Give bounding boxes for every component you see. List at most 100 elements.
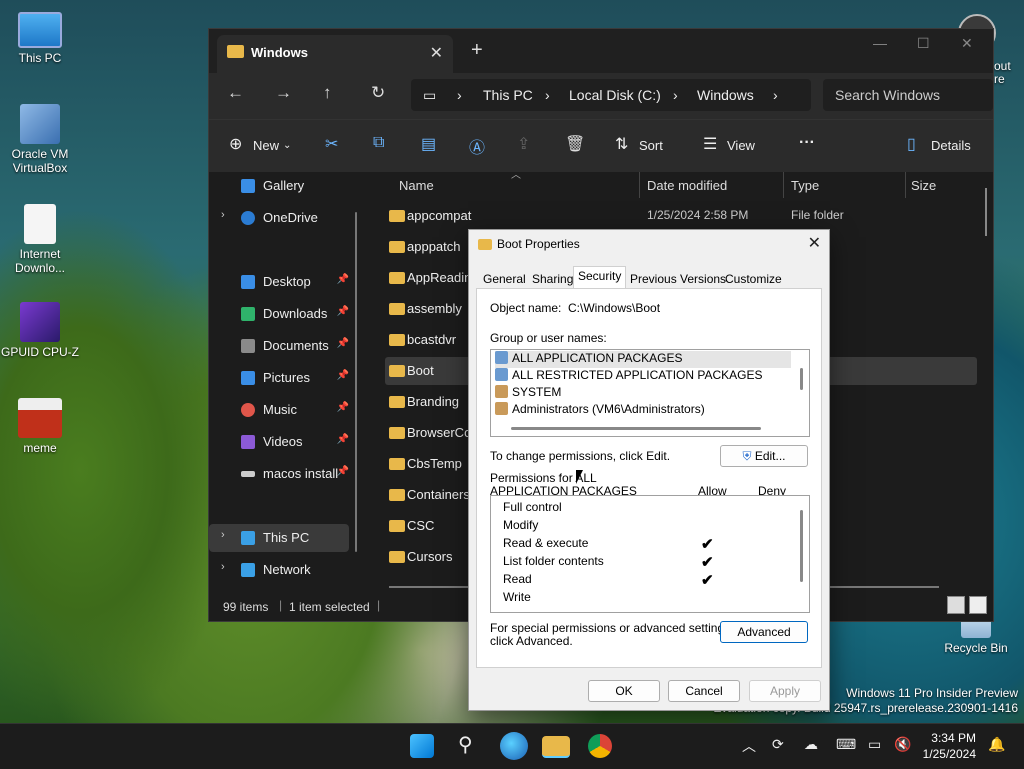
edit-button[interactable]: ⛨ Edit... (720, 445, 808, 467)
desktop-icon-virtualbox[interactable]: Oracle VM VirtualBox (0, 104, 80, 175)
list-item[interactable]: ALL RESTRICTED APPLICATION PACKAGES (495, 368, 763, 385)
delete-icon[interactable]: 🗑 (565, 134, 585, 154)
cloud-offline-icon[interactable]: ☁ (804, 736, 818, 753)
start-icon[interactable] (410, 734, 434, 758)
column-header-type[interactable]: Type (791, 178, 819, 193)
nav-item-pictures[interactable]: Pictures 📌 (209, 364, 349, 392)
keyboard-icon[interactable]: ⌨ (836, 736, 856, 753)
chrome-icon[interactable] (588, 734, 612, 758)
desktop-icon-label: Internet Downlo... (14, 247, 66, 275)
nav-item-music[interactable]: Music 📌 (209, 396, 349, 424)
sync-icon[interactable]: ⟳ (772, 736, 784, 753)
nav-item-downloads[interactable]: Downloads 📌 (209, 300, 349, 328)
system-clock[interactable]: 3:34 PM 1/25/2024 (923, 730, 976, 762)
details-button[interactable]: Details (931, 138, 971, 153)
details-view-icon[interactable] (947, 596, 965, 614)
folder-icon (389, 458, 405, 470)
view-button[interactable]: View (727, 138, 755, 153)
pin-icon[interactable]: 📌 (337, 274, 349, 285)
user-list[interactable]: ALL APPLICATION PACKAGES ALL RESTRICTED … (490, 349, 810, 437)
desktop-icon-label: meme (23, 441, 57, 455)
new-tab-icon[interactable]: + (471, 39, 483, 62)
list-item[interactable]: Administrators (VM6\Administrators) (495, 402, 705, 419)
more-options-icon[interactable]: ··· (799, 134, 815, 152)
copy-icon[interactable]: ⧉ (373, 134, 384, 152)
tab-sharing[interactable]: Sharing (528, 270, 577, 290)
volume-muted-icon[interactable]: 🔇 (894, 736, 911, 753)
list-scrollbar[interactable] (800, 368, 803, 390)
nav-item-gallery[interactable]: Gallery (209, 172, 349, 200)
up-icon[interactable]: ↑ (323, 83, 332, 103)
permission-row: Read & execute (503, 536, 589, 550)
desktop-icon-internet-download[interactable]: Internet Downlo... (0, 204, 80, 275)
pin-icon[interactable]: 📌 (337, 370, 349, 381)
nav-item-documents[interactable]: Documents 📌 (209, 332, 349, 360)
pin-icon[interactable]: 📌 (337, 402, 349, 413)
tab-previous-versions[interactable]: Previous Versions (626, 270, 730, 290)
network-icon[interactable]: ▭ (868, 736, 881, 753)
nav-item-this-pc[interactable]: › This PC (209, 524, 349, 552)
file-row[interactable]: appcompat 1/25/2024 2:58 PM File folder (385, 202, 977, 230)
search-input[interactable]: Search Windows (823, 79, 993, 111)
notification-bell-icon[interactable]: 🔔 (988, 736, 1005, 753)
edge-beta-icon[interactable] (500, 732, 528, 760)
pin-icon[interactable]: 📌 (337, 434, 349, 445)
close-icon[interactable]: ✕ (808, 233, 821, 253)
cancel-button[interactable]: Cancel (668, 680, 740, 702)
permission-row: Modify (503, 518, 539, 532)
maximize-icon[interactable]: ☐ (917, 35, 930, 52)
list-item[interactable]: SYSTEM (495, 385, 561, 402)
column-header-date[interactable]: Date modified (647, 178, 727, 193)
nav-item-videos[interactable]: Videos 📌 (209, 428, 349, 456)
search-icon[interactable]: ⚲ (458, 732, 473, 757)
tiles-view-icon[interactable] (969, 596, 987, 614)
paste-icon[interactable]: ▤ (421, 134, 436, 154)
nav-item-desktop[interactable]: Desktop 📌 (209, 268, 349, 296)
chevron-right-icon[interactable]: › (221, 561, 225, 573)
desktop-icon-meme[interactable]: meme (0, 398, 80, 455)
column-header-size[interactable]: Size (911, 178, 936, 193)
share-icon[interactable]: ⇪ (517, 134, 530, 154)
nav-item-network[interactable]: › Network (209, 556, 349, 584)
breadcrumb-local-disk[interactable]: Local Disk (C:) (569, 87, 661, 103)
forward-icon[interactable]: → (275, 83, 292, 103)
pin-icon[interactable]: 📌 (337, 306, 349, 317)
close-window-icon[interactable]: ✕ (961, 35, 973, 52)
desktop-icon-this-pc[interactable]: This PC (0, 12, 80, 65)
breadcrumb[interactable]: ▭ › This PC › Local Disk (C:) › Windows … (411, 79, 811, 111)
vertical-scrollbar[interactable] (985, 188, 987, 236)
refresh-icon[interactable]: ↻ (371, 83, 385, 103)
navigation-pane: Gallery › OneDrive Desktop 📌 Downloads 📌… (209, 172, 357, 592)
chevron-right-icon[interactable]: › (221, 529, 225, 541)
chevron-up-icon[interactable]: ︿ (742, 736, 756, 756)
view-icon: ☰ (703, 136, 718, 153)
ok-button[interactable]: OK (588, 680, 660, 702)
nav-item-onedrive[interactable]: › OneDrive (209, 204, 349, 232)
nav-item-macos-install[interactable]: macos install 📌 (209, 460, 349, 488)
new-plus-icon: ⊕ (229, 136, 243, 153)
details-pane-icon: ▯ (907, 136, 916, 153)
chevron-right-icon[interactable]: › (221, 209, 225, 221)
minimize-icon[interactable]: — (873, 35, 887, 51)
rename-icon[interactable]: Ⓐ (469, 134, 485, 158)
breadcrumb-windows[interactable]: Windows (697, 87, 754, 103)
column-header-name[interactable]: Name (399, 178, 434, 193)
list-item[interactable]: ALL APPLICATION PACKAGES (495, 351, 791, 368)
close-tab-icon[interactable]: ✕ (430, 43, 443, 63)
pin-icon[interactable]: 📌 (337, 466, 349, 477)
sort-button[interactable]: Sort (639, 138, 663, 153)
permissions-scrollbar[interactable] (800, 510, 803, 582)
advanced-button[interactable]: Advanced (720, 621, 808, 643)
new-button[interactable]: New (253, 138, 279, 153)
list-hscrollbar[interactable] (511, 427, 761, 430)
tab-customize[interactable]: Customize (721, 270, 786, 290)
pin-icon[interactable]: 📌 (337, 338, 349, 349)
nav-scrollbar[interactable] (355, 212, 357, 552)
back-icon[interactable]: ← (227, 83, 244, 103)
explorer-tab[interactable]: Windows ✕ (217, 35, 453, 73)
cut-icon[interactable]: ✂ (325, 134, 338, 154)
file-explorer-icon[interactable] (542, 736, 570, 758)
tab-general[interactable]: General (479, 270, 530, 290)
breadcrumb-this-pc[interactable]: This PC (483, 87, 533, 103)
desktop-icon-cpu-z[interactable]: GPUID CPU-Z (0, 302, 80, 359)
